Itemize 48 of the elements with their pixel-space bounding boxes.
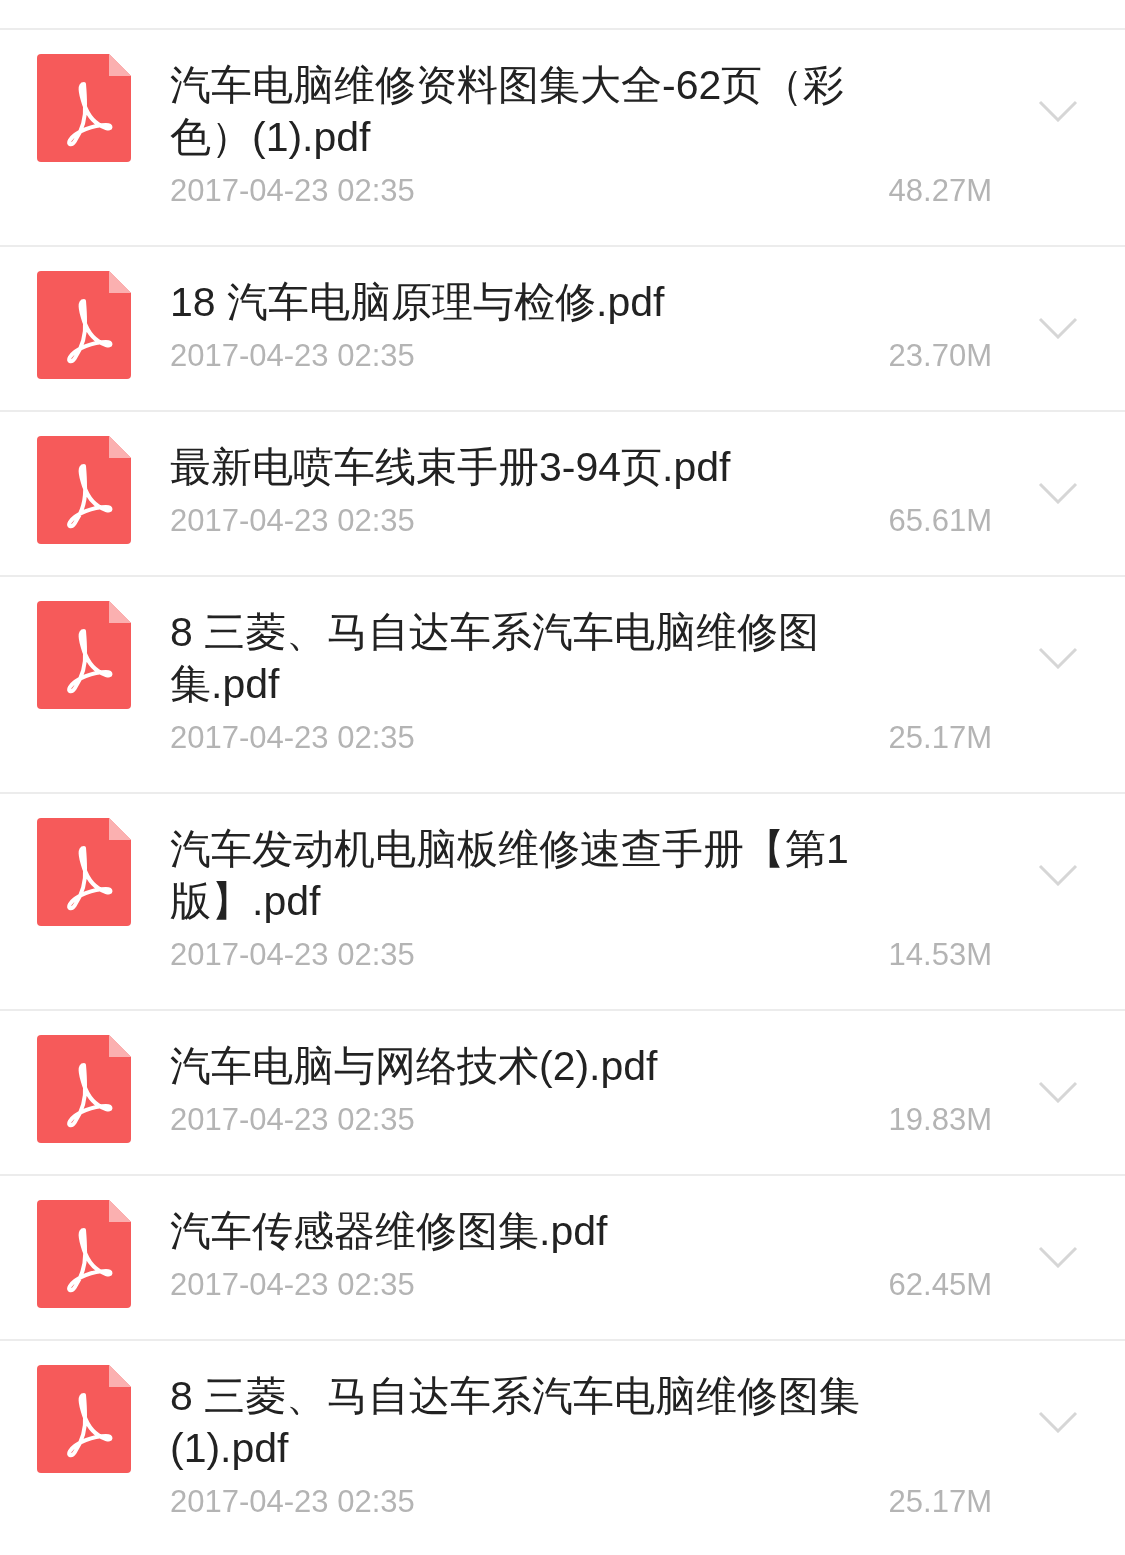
file-name: 汽车电脑与网络技术(2).pdf [170, 1042, 659, 1091]
file-name: 8 三菱、马自达车系汽车电脑维修图集.pdf [170, 608, 821, 709]
file-size: 65.61M [888, 502, 992, 540]
chevron-down-icon[interactable] [1038, 1411, 1078, 1433]
chevron-down-icon[interactable] [1038, 864, 1078, 886]
file-size: 25.17M [888, 719, 992, 757]
chevron-down-icon[interactable] [1038, 317, 1078, 339]
file-name: 汽车发动机电脑板维修速查手册【第1版】.pdf [170, 825, 850, 926]
file-row[interactable]: 汽车电脑与网络技术(2).pdf 2017-04-23 02:35 19.83M [0, 1011, 1125, 1176]
file-date: 2017-04-23 02:35 [170, 719, 415, 757]
file-date: 2017-04-23 02:35 [170, 337, 415, 375]
file-date: 2017-04-23 02:35 [170, 1483, 415, 1521]
file-date: 2017-04-23 02:35 [170, 1101, 415, 1139]
file-row[interactable]: 汽车电脑维修资料图集大全-62页（彩色）(1).pdf 2017-04-23 02:35 48.27M [0, 30, 1125, 247]
pdf-file-icon [37, 54, 131, 162]
file-name: 汽车电脑维修资料图集大全-62页（彩色）(1).pdf [170, 61, 846, 162]
file-row[interactable]: 8 三菱、马自达车系汽车电脑维修图集.pdf 2017-04-23 02:35 25.17M [0, 577, 1125, 794]
chevron-down-icon[interactable] [1038, 647, 1078, 669]
pdf-file-icon [37, 1200, 131, 1308]
file-size: 19.83M [888, 1101, 992, 1139]
pdf-file-icon [37, 818, 131, 926]
file-size: 62.45M [888, 1266, 992, 1304]
file-row[interactable]: 汽车发动机电脑板维修速查手册【第1版】.pdf 2017-04-23 02:35 14.53M [0, 794, 1125, 1011]
chevron-down-icon[interactable] [1038, 1246, 1078, 1268]
file-row[interactable]: 18 汽车电脑原理与检修.pdf 2017-04-23 02:35 23.70M [0, 247, 1125, 412]
pdf-file-icon [37, 1035, 131, 1143]
file-row[interactable]: 汽车传感器维修图集.pdf 2017-04-23 02:35 62.45M [0, 1176, 1125, 1341]
pdf-file-icon [37, 1365, 131, 1473]
file-date: 2017-04-23 02:35 [170, 1266, 415, 1304]
file-name: 8 三菱、马自达车系汽车电脑维修图集(1).pdf [170, 1372, 862, 1473]
file-size: 48.27M [888, 172, 992, 210]
chevron-down-icon[interactable] [1038, 100, 1078, 122]
file-date: 2017-04-23 02:35 [170, 172, 415, 210]
pdf-file-icon [37, 271, 131, 379]
file-date: 2017-04-23 02:35 [170, 502, 415, 540]
pdf-file-icon [37, 436, 131, 544]
file-row[interactable]: 8 三菱、马自达车系汽车电脑维修图集(1).pdf 2017-04-23 02:35 25.17M [0, 1341, 1125, 1555]
file-row[interactable]: 最新电喷车线束手册3-94页.pdf 2017-04-23 02:35 65.61M [0, 412, 1125, 577]
pdf-file-icon [37, 601, 131, 709]
chevron-down-icon[interactable] [1038, 482, 1078, 504]
file-size: 23.70M [888, 337, 992, 375]
file-size: 25.17M [888, 1483, 992, 1521]
file-name: 18 汽车电脑原理与检修.pdf [170, 278, 666, 327]
file-size: 14.53M [888, 936, 992, 974]
chevron-down-icon[interactable] [1038, 1081, 1078, 1103]
file-date: 2017-04-23 02:35 [170, 936, 415, 974]
file-name: 汽车传感器维修图集.pdf [170, 1207, 609, 1256]
file-name: 最新电喷车线束手册3-94页.pdf [170, 443, 732, 492]
